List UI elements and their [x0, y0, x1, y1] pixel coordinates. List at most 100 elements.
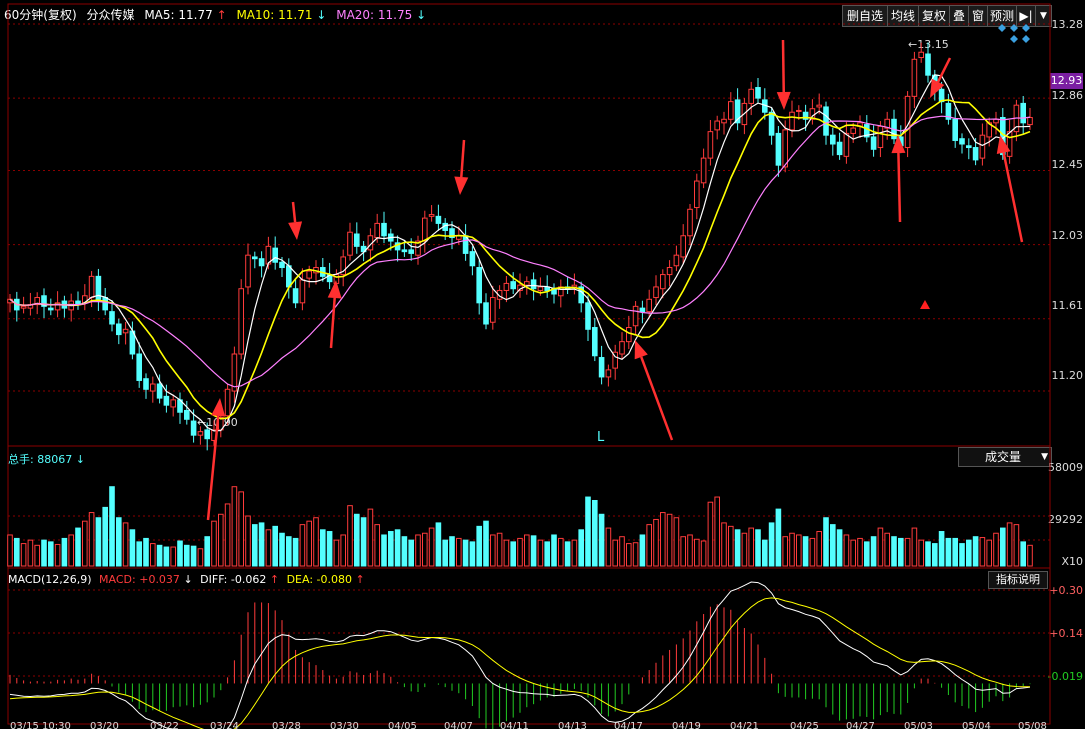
- volume-bar: [490, 534, 496, 567]
- annotation-arrow: [781, 39, 785, 93]
- volume-bar: [286, 536, 292, 567]
- candle-body: [184, 409, 190, 420]
- volume-bar: [272, 525, 278, 567]
- candle-body: [306, 270, 312, 279]
- candle-body: [952, 118, 959, 141]
- annotation-arrow: [1002, 152, 1024, 243]
- candle-body: [728, 101, 734, 120]
- candle-body: [170, 399, 176, 408]
- annotation-arrow: [291, 201, 297, 223]
- x-tick-label: 04/21: [730, 721, 759, 729]
- volume-bar: [435, 522, 442, 567]
- volume-bar: [496, 532, 503, 567]
- x-tick-label: 03/20: [90, 721, 119, 729]
- annotation-arrow-head: [634, 340, 648, 360]
- candle-body: [592, 327, 598, 357]
- volume-bar: [320, 529, 326, 567]
- candle-body: [632, 305, 639, 327]
- candle-body: [979, 134, 986, 159]
- candle-body: [299, 279, 306, 304]
- volume-bar: [401, 536, 408, 567]
- candle-body: [1020, 102, 1027, 124]
- volume-bar: [1013, 524, 1020, 567]
- volume-bar: [836, 529, 843, 567]
- volume-bar: [197, 548, 204, 567]
- volume-bar: [422, 532, 428, 567]
- volume-bar: [537, 539, 544, 567]
- volume-bar: [245, 515, 251, 567]
- x-tick-label: 03/22: [150, 721, 179, 729]
- candle-body: [490, 297, 496, 323]
- volume-bar: [381, 534, 387, 567]
- volume-bar: [252, 524, 258, 567]
- volume-bar: [333, 539, 340, 567]
- volume-bar: [694, 538, 700, 567]
- volume-bar: [428, 527, 435, 567]
- volume-bar: [517, 537, 523, 567]
- volume-bar: [150, 543, 156, 567]
- volume-bar: [483, 520, 489, 567]
- candle-body: [435, 215, 442, 224]
- volume-bar: [48, 541, 54, 567]
- candle-body: [272, 247, 278, 263]
- volume-bar: [14, 537, 20, 567]
- volume-bar: [156, 544, 163, 567]
- candle-body: [292, 288, 299, 304]
- volume-bar: [605, 527, 612, 567]
- volume-bar: [313, 517, 319, 567]
- x-tick-label: 04/25: [790, 721, 819, 729]
- volume-bar: [27, 539, 34, 567]
- candle-body: [700, 157, 707, 184]
- candle-body: [102, 297, 109, 311]
- candle-body: [870, 136, 877, 150]
- candle-body: [156, 383, 163, 399]
- volume-bar: [700, 540, 707, 567]
- volume-bar: [870, 536, 877, 567]
- candle-body: [816, 104, 823, 108]
- volume-bar: [143, 537, 149, 567]
- diamond-marker-icon: [1022, 24, 1030, 32]
- volume-bar: [75, 527, 81, 567]
- candle-body: [646, 298, 653, 313]
- volume-bar: [68, 534, 75, 567]
- volume-bar: [857, 537, 863, 567]
- candle-body: [972, 147, 979, 161]
- volume-bar: [578, 529, 585, 567]
- candle-body: [252, 256, 258, 260]
- candle-body: [755, 87, 761, 99]
- candle-body: [204, 429, 210, 440]
- volume-bar: [388, 531, 394, 567]
- x-tick-label: 03/28: [272, 721, 301, 729]
- diamond-marker-icon: [998, 24, 1006, 32]
- candle-body: [796, 109, 802, 112]
- candle-body: [524, 281, 530, 286]
- volume-bar: [347, 505, 353, 567]
- volume-bar: [571, 539, 578, 567]
- candle-body: [88, 275, 95, 299]
- signal-triangle-icon: [920, 300, 930, 309]
- volume-bar: [898, 537, 904, 567]
- volume-bar: [129, 529, 136, 567]
- volume-bar: [612, 539, 619, 567]
- volume-bar: [177, 540, 183, 567]
- stock-chart-canvas[interactable]: 03/15 10:30 03/20 03/22 03/24 03/28 03/30 04/0…: [0, 0, 1085, 729]
- volume-bar: [891, 536, 897, 567]
- volume-bar: [945, 537, 952, 567]
- volume-bar: [258, 522, 265, 567]
- annotation-arrow: [897, 152, 902, 223]
- candle-body: [830, 134, 836, 145]
- candle-body: [687, 208, 693, 237]
- candle-body: [122, 328, 129, 334]
- volume-bar: [639, 534, 646, 567]
- volume-bar: [41, 539, 47, 567]
- candle-body: [48, 307, 54, 311]
- candle-body: [381, 222, 387, 237]
- volume-bar: [82, 520, 88, 567]
- volume-bar: [1006, 522, 1013, 567]
- volume-bar: [544, 541, 551, 567]
- candle-body: [782, 129, 789, 168]
- volume-bar: [299, 524, 306, 567]
- candle-body: [476, 267, 482, 304]
- candle-body: [918, 51, 925, 59]
- volume-bar: [632, 542, 639, 567]
